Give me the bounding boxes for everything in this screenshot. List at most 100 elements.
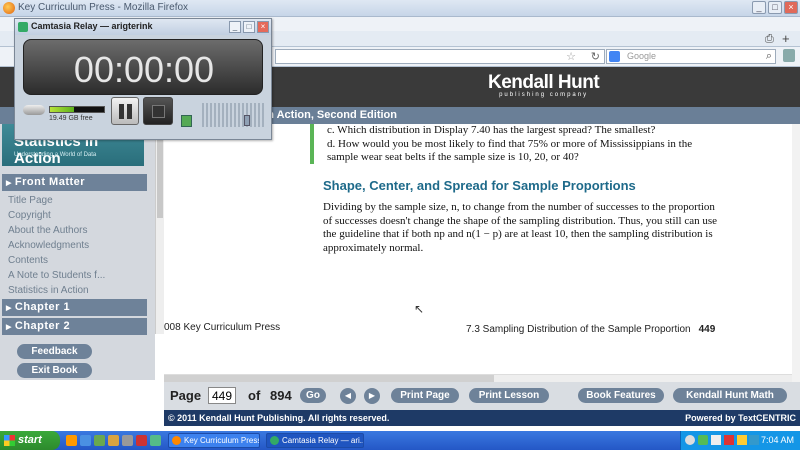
maximize-icon[interactable]: □ [243,21,255,33]
scroll-thumb[interactable] [164,375,494,382]
tray-icon[interactable] [737,435,747,445]
book-features-button[interactable]: Book Features [578,388,664,403]
camtasia-icon [270,436,279,445]
page-number: 449 [698,324,716,335]
task-camtasia[interactable]: Camtasia Relay — ari... [266,433,364,448]
book-title: s in Action, Second Edition [255,109,397,121]
next-page-icon[interactable]: ▶ [364,388,380,404]
triangle-right-icon: ▶ [6,324,12,331]
reload-icon[interactable]: ↻ [591,50,600,63]
search-placeholder: Google [627,51,657,61]
powered-by-text: Powered by TextCENTRIC [685,413,796,423]
page-navigation-bar: Page of 894 Go ◀ ▶ Print Page Print Less… [164,382,800,410]
go-button[interactable]: Go [300,388,326,403]
sidebar: Statistics in Action Understanding a Wor… [0,124,155,380]
link-note-to-students[interactable]: A Note to Students f... [8,270,105,281]
start-button[interactable]: start [0,431,60,450]
browser-window-title: Key Curriculum Press - Mozilla Firefox [18,2,189,13]
close-icon[interactable]: × [257,21,269,33]
volume-slider-handle[interactable] [244,115,250,126]
link-about-authors[interactable]: About the Authors [8,225,88,236]
pause-button[interactable] [111,97,139,125]
microphone-icon[interactable] [23,105,45,115]
copyright-bar: © 2011 Kendall Hunt Publishing. All righ… [164,410,800,426]
quicklaunch-misc-icon[interactable] [150,435,161,446]
stop-icon [152,105,165,118]
google-icon [609,51,620,62]
camtasia-title-bar[interactable]: Camtasia Relay — arigterink _ □ × [15,19,271,35]
cover-subtitle: Understanding a World of Data [14,152,97,158]
camtasia-icon [18,22,28,32]
link-statistics-in-action[interactable]: Statistics in Action [8,285,89,296]
section-chapter-2[interactable]: ▶ Chapter 2 [2,318,147,335]
timer-display: 00:00:00 [23,39,263,95]
page-label: Page [170,388,202,403]
audio-level-fill [50,107,74,112]
question-marker-bar [310,124,314,164]
tray-icon[interactable] [711,435,721,445]
triangle-right-icon: ▶ [6,305,12,312]
minimize-icon[interactable]: _ [752,1,766,14]
quicklaunch-firefox-icon[interactable] [66,435,77,446]
scroll-thumb[interactable] [157,128,163,218]
link-contents[interactable]: Contents [8,255,48,266]
feedback-button[interactable]: Feedback [17,344,92,359]
recording-timer: 00:00:00 [73,49,215,90]
kendall-hunt-logo: Kendall Hunt publishing company [488,72,600,98]
bookmark-star-icon[interactable]: ☆ [566,50,576,63]
audio-level-meter [49,106,105,113]
previous-page-icon[interactable]: ◀ [340,388,356,404]
book-page: c. Which distribution in Display 7.40 ha… [164,124,800,374]
sidebar-scrollbar[interactable] [155,124,164,334]
quicklaunch-ie-icon[interactable] [80,435,91,446]
copyright-text: © 2011 Kendall Hunt Publishing. All righ… [168,413,390,423]
quicklaunch-folder-icon[interactable] [108,435,119,446]
kendall-hunt-math-button[interactable]: Kendall Hunt Math [673,388,787,403]
link-title-page[interactable]: Title Page [8,195,53,206]
exit-book-button[interactable]: Exit Book [17,363,92,378]
url-bar[interactable]: ☆ ↻ [275,49,605,64]
firefox-icon [172,436,181,445]
upload-icon[interactable] [181,115,192,127]
print-page-button[interactable]: Print Page [391,388,459,403]
tray-icon[interactable] [749,435,759,445]
section-front-matter[interactable]: ▶ Front Matter [2,174,147,191]
addon-icon[interactable] [783,49,795,62]
tray-icon[interactable] [724,435,734,445]
mouse-cursor-icon: ↖ [414,302,425,316]
pause-icon [127,104,132,119]
quicklaunch-tool-icon[interactable] [122,435,133,446]
quicklaunch-app-icon[interactable] [94,435,105,446]
section-chapter-1[interactable]: ▶ Chapter 1 [2,299,147,316]
print-lesson-button[interactable]: Print Lesson [469,388,549,403]
new-tab-icon[interactable]: + [782,31,790,46]
page-footer-section: 7.3 Sampling Distribution of the Sample … [466,324,716,335]
close-icon[interactable]: × [784,1,798,14]
free-space: 19.49 GB free [49,115,93,122]
camtasia-relay-window: Camtasia Relay — arigterink _ □ × 00:00:… [14,18,272,140]
search-bar[interactable]: Google ⌕ [606,49,776,64]
system-tray: 7:04 AM [680,431,800,450]
link-copyright[interactable]: Copyright [8,210,51,221]
section-heading: Shape, Center, and Spread for Sample Pro… [323,178,636,193]
camtasia-title: Camtasia Relay — arigterink [31,21,153,31]
body-paragraph: Dividing by the sample size, n, to chang… [323,201,718,254]
volume-scale [202,103,264,127]
vertical-scrollbar[interactable] [792,124,800,382]
stop-button[interactable] [143,97,173,125]
question-c: c. Which distribution in Display 7.40 ha… [327,124,656,136]
total-pages: 894 [270,388,292,403]
tray-icon[interactable] [698,435,708,445]
windows-taskbar: start Key Curriculum Press ... Camtasia … [0,431,800,450]
page-number-input[interactable] [208,387,236,404]
quicklaunch-media-icon[interactable] [136,435,147,446]
minimize-icon[interactable]: _ [229,21,241,33]
search-icon[interactable]: ⌕ [766,50,772,63]
task-firefox[interactable]: Key Curriculum Press ... [168,433,260,448]
maximize-icon[interactable]: □ [768,1,782,14]
tray-icon[interactable] [685,435,695,445]
link-acknowledgments[interactable]: Acknowledgments [8,240,89,251]
print-icon[interactable]: ⎙ [765,33,774,46]
horizontal-scrollbar[interactable] [164,374,792,382]
windows-logo-icon [4,435,15,446]
